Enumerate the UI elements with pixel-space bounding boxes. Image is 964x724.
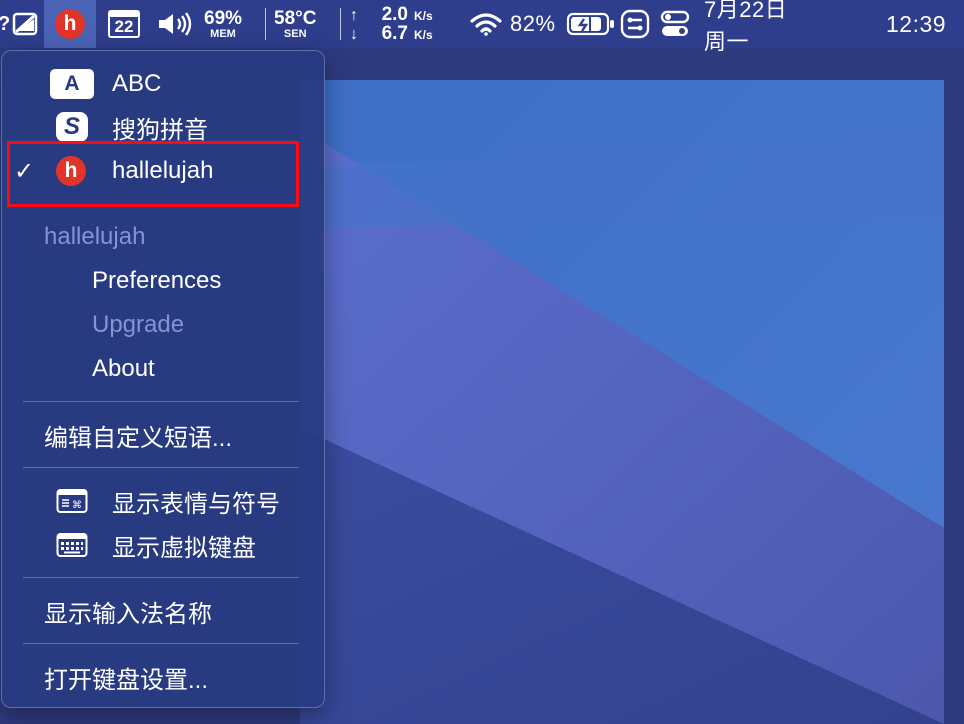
menu-divider [23, 401, 299, 402]
sensor-stat[interactable]: 58°C SEN [274, 0, 330, 48]
menu-item-label: Preferences [92, 267, 222, 294]
partial-status-icon[interactable]: ? [0, 0, 10, 48]
calendar-icon[interactable]: 22 [108, 0, 144, 48]
svg-text:⌘: ⌘ [72, 500, 82, 511]
menu-item-label: 搜狗拼音 [112, 116, 208, 144]
menu-item-preferences[interactable]: Preferences [2, 261, 324, 301]
sogou-icon: S [56, 112, 88, 142]
menu-item-abc[interactable]: A ABC [2, 64, 324, 104]
menu-item-label: 编辑自定义短语... [44, 424, 233, 452]
menu-item-upgrade: Upgrade [2, 305, 324, 345]
menu-bar: ? h 22 69%MEM 58°CSEN ↑2.0K/s ↓6.7K/s 82… [0, 0, 964, 54]
keyboard-viewer-icon [56, 533, 88, 557]
menu-item-label: About [92, 355, 155, 382]
menu-divider [23, 467, 299, 468]
menubar-date[interactable]: 7月22日 周一 [704, 0, 816, 54]
hallelujah-icon: h [55, 9, 85, 39]
battery-percent[interactable]: 82% [510, 0, 562, 48]
menubar-separator [265, 8, 266, 40]
menubar-separator [340, 8, 341, 40]
menu-item-about[interactable]: About [2, 349, 324, 389]
volume-icon[interactable] [156, 0, 196, 48]
emoji-viewer-icon: ⌘ [56, 489, 88, 513]
menu-item-label: ABC [112, 70, 162, 97]
menubar-clock[interactable]: 12:39 [886, 0, 956, 48]
battery-icon[interactable] [566, 0, 618, 48]
menu-item-label: Upgrade [92, 311, 185, 338]
display-status-icon[interactable] [12, 0, 40, 48]
menu-item-label: 打开键盘设置... [44, 666, 209, 694]
control-center-icon[interactable] [660, 0, 694, 48]
menu-item-label: 显示输入法名称 [44, 600, 212, 628]
menu-divider [23, 643, 299, 644]
upload-arrow-icon: ↑ [350, 7, 358, 24]
input-method-menu-button[interactable]: h [44, 0, 96, 48]
menu-divider [23, 577, 299, 578]
menu-item-show-keyboard[interactable]: 显示虚拟键盘 [2, 525, 324, 565]
wifi-icon[interactable] [470, 0, 506, 48]
section-title-hallelujah: hallelujah [44, 223, 146, 250]
menu-item-label: 显示表情与符号 [112, 490, 280, 518]
menu-item-show-ime-name[interactable]: 显示输入法名称 [2, 591, 324, 631]
selection-highlight-box [7, 141, 299, 207]
connection-icon[interactable] [620, 0, 654, 48]
download-arrow-icon: ↓ [350, 26, 358, 43]
menu-item-edit-phrases[interactable]: 编辑自定义短语... [2, 415, 324, 455]
menu-item-show-emoji[interactable]: ⌘ 显示表情与符号 [2, 481, 324, 521]
network-stat[interactable]: ↑ 2.0 K/s ↓ 6.7 K/s [350, 0, 440, 48]
menu-item-label: 显示虚拟键盘 [112, 534, 256, 562]
memory-stat[interactable]: 69% MEM [204, 0, 254, 48]
menu-item-open-keyboard-settings[interactable]: 打开键盘设置... [2, 657, 324, 697]
abc-keyboard-icon: A [50, 69, 94, 99]
